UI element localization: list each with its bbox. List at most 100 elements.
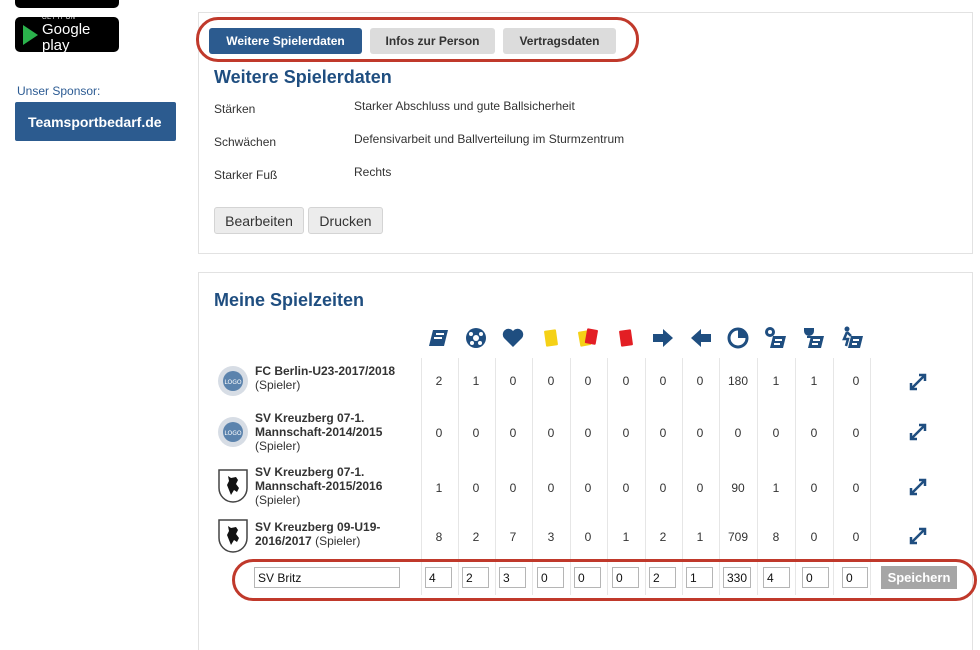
app-store-badge[interactable]	[15, 0, 119, 8]
substitute-input[interactable]: 0	[842, 567, 868, 588]
stat-cell: 0	[659, 426, 667, 440]
red-card-icon	[619, 329, 633, 347]
stat-cell: 0	[547, 374, 555, 388]
strengths-label: Stärken	[214, 102, 256, 116]
captain-icon	[804, 328, 824, 348]
svg-text:LOGO: LOGO	[224, 379, 242, 386]
berlin-bear-logo	[218, 519, 248, 553]
weaknesses-value: Defensivarbeit und Ballverteilung im Stu…	[354, 132, 625, 146]
stat-cell: 0	[547, 481, 555, 495]
yellow-cards-input[interactable]: 0	[537, 567, 564, 588]
stat-cell: 1	[772, 481, 780, 495]
yellow-card-icon	[544, 329, 558, 347]
yellow-red-cards-input[interactable]: 0	[574, 567, 601, 588]
stat-cell: 0	[659, 481, 667, 495]
expand-icon[interactable]	[908, 477, 928, 497]
stat-cell: 0	[772, 426, 780, 440]
stat-cell: 0	[696, 426, 704, 440]
playtimes-title: Meine Spielzeiten	[214, 290, 365, 310]
stat-cell: 180	[727, 374, 749, 388]
stat-cell: 0	[810, 481, 818, 495]
stat-cell: 0	[696, 374, 704, 388]
stat-cell: 0	[547, 426, 555, 440]
subbed-out-icon	[691, 329, 711, 347]
expand-icon[interactable]	[908, 526, 928, 546]
subbed-in-icon	[653, 329, 673, 347]
appearances-input[interactable]: 4	[425, 567, 452, 588]
details-title: Weitere Spielerdaten	[214, 67, 392, 87]
stat-cell: 0	[509, 481, 517, 495]
stat-cell: 0	[509, 426, 517, 440]
berlin-bear-logo	[218, 469, 248, 503]
club-name: SV Kreuzberg 07-1. Mannschaft-2015/2016(…	[255, 465, 383, 507]
expand-icon[interactable]	[908, 422, 928, 442]
tab-weitere-spielerdaten[interactable]: Weitere Spielerdaten	[209, 28, 362, 54]
stat-cell: 2	[435, 374, 443, 388]
stat-cell: 0	[852, 426, 860, 440]
badge-big-text: Google play	[42, 21, 91, 54]
stat-cell: 1	[435, 481, 443, 495]
stat-cell: 0	[852, 374, 860, 388]
club-name: SV Kreuzberg 09-U19-2016/2017 (Spieler)	[255, 520, 381, 548]
goals-input[interactable]: 2	[462, 567, 489, 588]
appearances-icon	[429, 330, 448, 346]
stat-cell: 0	[584, 374, 592, 388]
goals-icon	[466, 328, 486, 348]
stat-cell: 0	[472, 481, 480, 495]
starting-eleven-icon	[765, 327, 786, 348]
tab-infos-zur-person[interactable]: Infos zur Person	[370, 28, 495, 54]
stat-cell: 709	[727, 530, 749, 544]
club-name: SV Kreuzberg 07-1. Mannschaft-2014/2015(…	[255, 411, 383, 453]
stat-cell: 0	[584, 426, 592, 440]
save-button[interactable]: Speichern	[881, 566, 957, 589]
edit-button[interactable]: Bearbeiten	[214, 207, 304, 234]
assists-icon	[502, 328, 524, 347]
sponsor-button[interactable]: Teamsportbedarf.de	[15, 102, 176, 141]
stat-cell: 7	[509, 530, 517, 544]
generic-club-logo: LOGO	[218, 417, 248, 447]
google-play-badge[interactable]: GET IT ON Google play	[15, 15, 119, 54]
weaknesses-label: Schwächen	[214, 135, 277, 149]
minutes-icon	[727, 327, 749, 349]
minutes-input[interactable]: 330	[723, 567, 751, 588]
stat-cell: 0	[734, 426, 742, 440]
club-name-input[interactable]: SV Britz	[254, 567, 400, 588]
stat-cell: 0	[622, 481, 630, 495]
stat-cell: 1	[472, 374, 480, 388]
stat-cell: 0	[509, 374, 517, 388]
club-name: FC Berlin-U23-2017/2018 (Spieler)	[255, 364, 396, 392]
stat-cell: 0	[852, 481, 860, 495]
stat-cell: 0	[810, 530, 818, 544]
stat-cell: 3	[547, 530, 555, 544]
strengths-value: Starker Abschluss und gute Ballsicherhei…	[354, 99, 575, 113]
stat-cell: 0	[622, 374, 630, 388]
print-button[interactable]: Drucken	[308, 207, 383, 234]
generic-club-logo: LOGO	[218, 366, 248, 396]
expand-icon[interactable]	[908, 372, 928, 392]
stat-cell: 0	[584, 481, 592, 495]
stat-cell: 0	[584, 530, 592, 544]
stat-cell: 8	[435, 530, 443, 544]
red-cards-input[interactable]: 0	[612, 567, 639, 588]
stat-cell: 1	[810, 374, 818, 388]
stat-cell: 0	[852, 530, 860, 544]
captain-input[interactable]: 0	[802, 567, 829, 588]
strong-foot-label: Starker Fuß	[214, 168, 278, 182]
subbed-out-input[interactable]: 1	[686, 567, 713, 588]
stat-cell: 0	[810, 426, 818, 440]
tab-vertragsdaten[interactable]: Vertragsdaten	[503, 28, 616, 54]
stat-cell: 1	[696, 530, 704, 544]
stat-cell: 0	[472, 426, 480, 440]
strong-foot-value: Rechts	[354, 165, 392, 179]
assists-input[interactable]: 3	[499, 567, 526, 588]
starting-eleven-input[interactable]: 4	[763, 567, 790, 588]
yellow-red-card-icon	[578, 328, 598, 347]
stat-cell: 2	[472, 530, 480, 544]
stat-cell: 1	[622, 530, 630, 544]
stat-cell: 8	[772, 530, 780, 544]
svg-text:LOGO: LOGO	[224, 430, 242, 437]
google-play-icon	[23, 24, 38, 45]
subbed-in-input[interactable]: 2	[649, 567, 676, 588]
stat-cell: 0	[696, 481, 704, 495]
stat-cell: 2	[659, 530, 667, 544]
